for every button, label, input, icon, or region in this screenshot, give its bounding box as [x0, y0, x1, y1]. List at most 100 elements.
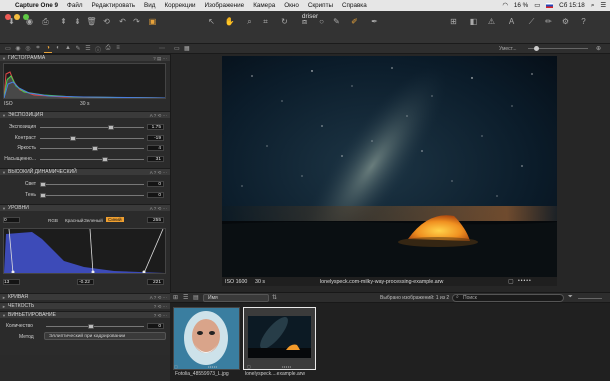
tab-composition-icon[interactable]: ⌗: [34, 45, 42, 53]
wifi-icon[interactable]: ◠: [502, 2, 508, 9]
menu-app-name[interactable]: Capture One 9: [15, 2, 58, 9]
tab-exposure-icon[interactable]: ◑: [44, 45, 52, 53]
undo-icon[interactable]: ↶: [117, 17, 128, 26]
menu-scripts[interactable]: Скрипты: [308, 2, 333, 9]
color-tag-icon[interactable]: ▢: [508, 278, 514, 285]
flag-icon[interactable]: [546, 3, 554, 8]
vignette-amount-slider[interactable]: [46, 326, 144, 327]
import-icon[interactable]: ⬇: [6, 17, 17, 26]
thumbnail-1-rating[interactable]: •••••: [208, 364, 218, 369]
tab-local-icon[interactable]: ✎: [74, 45, 82, 53]
thumbnail-1[interactable]: [173, 307, 240, 370]
hdr-header[interactable]: ▼ ВЫСОКИЙ ДИНАМИЧЕСКИЙ A ? ⟲ ⋯: [0, 168, 170, 175]
menu-file[interactable]: Файл: [67, 2, 82, 9]
menu-window[interactable]: Окно: [284, 2, 299, 9]
capture-icon[interactable]: ◉: [24, 17, 35, 26]
tab-batch-icon[interactable]: ≡: [114, 45, 122, 53]
levels-header[interactable]: ▼ УРОВНИ A ? ⟲ ⋯: [0, 204, 170, 211]
spotlight-icon[interactable]: ⌕: [591, 2, 595, 10]
saturation-slider[interactable]: [40, 159, 144, 160]
proof-view-icon[interactable]: ◧: [468, 17, 479, 26]
thumbnail-1-select-icon[interactable]: ▢: [174, 364, 178, 369]
brightness-value[interactable]: 4: [147, 145, 164, 151]
curve-header[interactable]: ► КРИВАЯ A ? ⟲ ⋯: [0, 293, 170, 300]
vignette-header[interactable]: ▼ ВИНЬЕТИРОВАНИЕ? ⟲ ⋯: [0, 311, 170, 318]
zoom-fit-label[interactable]: Умест...: [499, 46, 517, 52]
vignette-method-select[interactable]: Эллиптический при кадрировании: [44, 332, 166, 340]
levels-output-high[interactable]: 221: [147, 279, 164, 285]
battery-icon[interactable]: ▭: [534, 2, 540, 9]
zoom-in-icon[interactable]: ⊕: [596, 45, 601, 52]
rating-dots[interactable]: •••••: [518, 278, 532, 284]
highlight-value[interactable]: 0: [147, 181, 164, 187]
eyedropper-icon[interactable]: ✏: [543, 17, 554, 26]
levels-tab-blue[interactable]: Синий: [106, 217, 124, 222]
exposure-slider-handle[interactable]: [108, 125, 114, 130]
contrast-slider-handle[interactable]: [70, 136, 76, 141]
variants-icon[interactable]: ▣: [147, 17, 158, 26]
output-icon[interactable]: ⎙: [40, 17, 51, 26]
saturation-value[interactable]: 31: [147, 156, 164, 162]
vignette-amount-handle[interactable]: [88, 324, 94, 329]
thumbnail-2-selected[interactable]: [243, 307, 316, 370]
shadow-slider[interactable]: [40, 195, 144, 196]
contrast-value[interactable]: -19: [147, 135, 164, 141]
paste-adjust-icon[interactable]: ⇟: [72, 17, 83, 26]
thumbnail-size-slider[interactable]: [578, 298, 602, 299]
levels-input-low[interactable]: 0: [3, 217, 20, 223]
levels-tab-green[interactable]: Зеленый: [84, 218, 103, 223]
warning-icon[interactable]: ⚠: [486, 17, 497, 26]
ruler-icon[interactable]: ⟋: [526, 17, 537, 26]
menu-list-icon[interactable]: ☰: [600, 2, 606, 9]
zoom-tool-icon[interactable]: ⌕: [244, 17, 255, 26]
grid-view-icon[interactable]: ⊞: [173, 294, 178, 301]
spot-tool-icon[interactable]: ○: [316, 17, 327, 26]
menu-image[interactable]: Изображение: [205, 2, 245, 9]
brush-tool-icon[interactable]: ✐: [349, 17, 360, 26]
menu-camera[interactable]: Камера: [253, 2, 275, 9]
tab-adjust-icon[interactable]: ☰: [84, 45, 92, 53]
tab-lens-icon[interactable]: ◎: [24, 45, 32, 53]
pan-tool-icon[interactable]: ✋: [224, 17, 235, 26]
menu-adjustments[interactable]: Коррекции: [164, 2, 195, 9]
tab-menu-icon[interactable]: ⋯: [158, 45, 166, 53]
zoom-slider-handle[interactable]: [534, 46, 539, 51]
main-photo[interactable]: [222, 56, 557, 277]
filter-icon[interactable]: ⏷: [568, 294, 573, 301]
tab-output-icon[interactable]: ⎙: [104, 45, 112, 53]
picker-tool-icon[interactable]: ✎: [331, 17, 342, 26]
tab-metadata-icon[interactable]: ⓘ: [94, 45, 102, 54]
redo-icon[interactable]: ↷: [131, 17, 142, 26]
thumbnail-2-select-icon[interactable]: ▢: [247, 364, 251, 369]
tab-details-icon[interactable]: ▲: [64, 45, 72, 53]
clarity-header[interactable]: ► ЧЕТКОСТЬ? ⟲ ⋯: [0, 302, 170, 309]
levels-histogram[interactable]: [3, 228, 166, 274]
sort-select[interactable]: Имя: [203, 294, 269, 302]
levels-tab-red[interactable]: Красный: [65, 218, 84, 223]
exposure-header[interactable]: ▼ ЭКСПОЗИЦИЯ A ? ⟲ ⋯: [0, 111, 170, 118]
single-view-icon[interactable]: ▭: [174, 45, 180, 52]
text-icon[interactable]: A: [506, 17, 517, 26]
shadow-value[interactable]: 0: [147, 192, 164, 198]
crop-tool-icon[interactable]: ⌗: [260, 17, 271, 26]
highlight-slider[interactable]: [40, 184, 144, 185]
levels-tab-rgb[interactable]: RGB: [48, 218, 58, 223]
rotate-tool-icon[interactable]: ↻: [279, 17, 290, 26]
shadow-slider-handle[interactable]: [40, 193, 46, 198]
search-input[interactable]: Поиск: [452, 294, 564, 302]
vignette-amount-value[interactable]: 0: [147, 323, 164, 329]
histogram-header[interactable]: ▼ ГИСТОГРАММА? ▤ ⋯: [0, 54, 170, 61]
annotate-tool-icon[interactable]: ✒: [369, 17, 380, 26]
list-view-icon[interactable]: ☰: [183, 294, 188, 301]
menu-help[interactable]: Справка: [342, 2, 367, 9]
filmstrip-view-icon[interactable]: ▤: [193, 294, 199, 301]
levels-input-high[interactable]: 255: [147, 217, 164, 223]
select-tool-icon[interactable]: ↖: [206, 17, 217, 26]
menu-edit[interactable]: Редактировать: [92, 2, 136, 9]
menu-view[interactable]: Вид: [144, 2, 155, 9]
thumbnail-2-rating[interactable]: •••••: [282, 364, 292, 369]
exposure-value[interactable]: 1.75: [147, 124, 164, 130]
brightness-slider-handle[interactable]: [92, 146, 98, 151]
reset-icon[interactable]: ⟲: [101, 17, 112, 26]
contrast-slider[interactable]: [40, 138, 144, 139]
